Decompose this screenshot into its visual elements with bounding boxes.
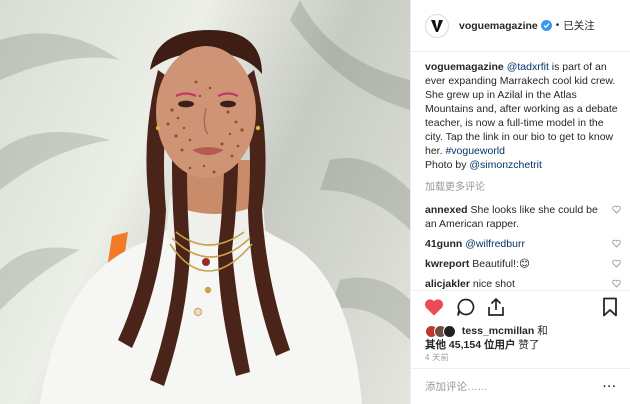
- likes-conj: 和: [534, 325, 548, 337]
- comment-row: 41gunn @wilfredburr: [425, 237, 621, 251]
- liked-text: 赞了: [515, 339, 540, 351]
- comment-like-heart-icon[interactable]: [612, 239, 621, 248]
- liker-avatars: [425, 324, 456, 338]
- post-action-bar: [411, 290, 630, 322]
- post-timestamp[interactable]: 4 天前: [425, 352, 449, 363]
- verified-badge-icon: [540, 20, 552, 31]
- post-modal: voguemagazine • 已关注 voguemagazine @tadxr…: [0, 0, 630, 404]
- post-header: voguemagazine • 已关注: [411, 0, 630, 52]
- more-options-icon[interactable]: ···: [599, 381, 617, 393]
- add-comment-input[interactable]: [425, 380, 599, 393]
- likes-summary: tess_mcmillan 和 其他 45,154 位用户 赞了: [425, 324, 621, 352]
- comment-row: annexed She looks like she could be an A…: [425, 203, 621, 231]
- comment-username[interactable]: annexed: [425, 204, 468, 216]
- liked-by-username[interactable]: tess_mcmillan: [462, 325, 534, 337]
- caption-photo-credit: Photo by: [425, 159, 470, 171]
- comment-bubble-icon[interactable]: [455, 297, 477, 317]
- comment-username[interactable]: kwreport: [425, 258, 469, 270]
- comment-username[interactable]: alicjakler: [425, 278, 470, 290]
- caption-mention[interactable]: @tadxrfit: [507, 61, 549, 73]
- caption-text: is part of an ever expanding Marrakech c…: [425, 61, 618, 157]
- comment-text: Beautiful!:: [472, 258, 519, 270]
- others-prefix: 其他: [425, 339, 449, 351]
- comment-like-heart-icon[interactable]: [612, 205, 621, 214]
- comment-username[interactable]: 41gunn: [425, 238, 462, 250]
- portrait-illustration: [0, 0, 410, 404]
- post-side-panel: voguemagazine • 已关注 voguemagazine @tadxr…: [410, 0, 630, 404]
- header-separator: •: [555, 20, 560, 31]
- comment-text[interactable]: @wilfredburr: [465, 238, 525, 250]
- comment-text: nice shot: [472, 278, 515, 290]
- avatar: [443, 324, 456, 338]
- vogue-v-logo-icon: [431, 19, 443, 32]
- comment-row: kwreport Beautiful!:😊: [425, 257, 621, 271]
- likes-count: 45,154: [448, 339, 482, 351]
- comment-row: alicjakler nice shot: [425, 277, 621, 291]
- header-username[interactable]: voguemagazine: [459, 20, 538, 32]
- post-caption: voguemagazine @tadxrfit is part of an ev…: [425, 60, 621, 172]
- others-likes-link[interactable]: 其他 45,154 位用户: [425, 339, 515, 351]
- avatar[interactable]: [425, 13, 449, 38]
- others-suffix: 位用户: [481, 339, 516, 351]
- comment-emoji: 😊: [518, 258, 530, 270]
- bookmark-icon[interactable]: [599, 297, 621, 317]
- post-photo[interactable]: [0, 0, 410, 404]
- like-heart-icon[interactable]: [423, 297, 445, 317]
- follow-status-button[interactable]: 已关注: [563, 18, 595, 33]
- caption-username[interactable]: voguemagazine: [425, 61, 504, 73]
- caption-hashtag[interactable]: #vogueworld: [445, 145, 505, 157]
- load-more-comments-link[interactable]: 加载更多评论: [425, 181, 621, 195]
- comments-list: voguemagazine @tadxrfit is part of an ev…: [425, 60, 621, 291]
- share-icon[interactable]: [485, 297, 507, 317]
- comment-like-heart-icon[interactable]: [612, 259, 621, 268]
- add-comment-bar: ···: [411, 368, 630, 404]
- caption-photographer[interactable]: @simonzchetrit: [469, 159, 542, 171]
- comment-like-heart-icon[interactable]: [612, 279, 621, 288]
